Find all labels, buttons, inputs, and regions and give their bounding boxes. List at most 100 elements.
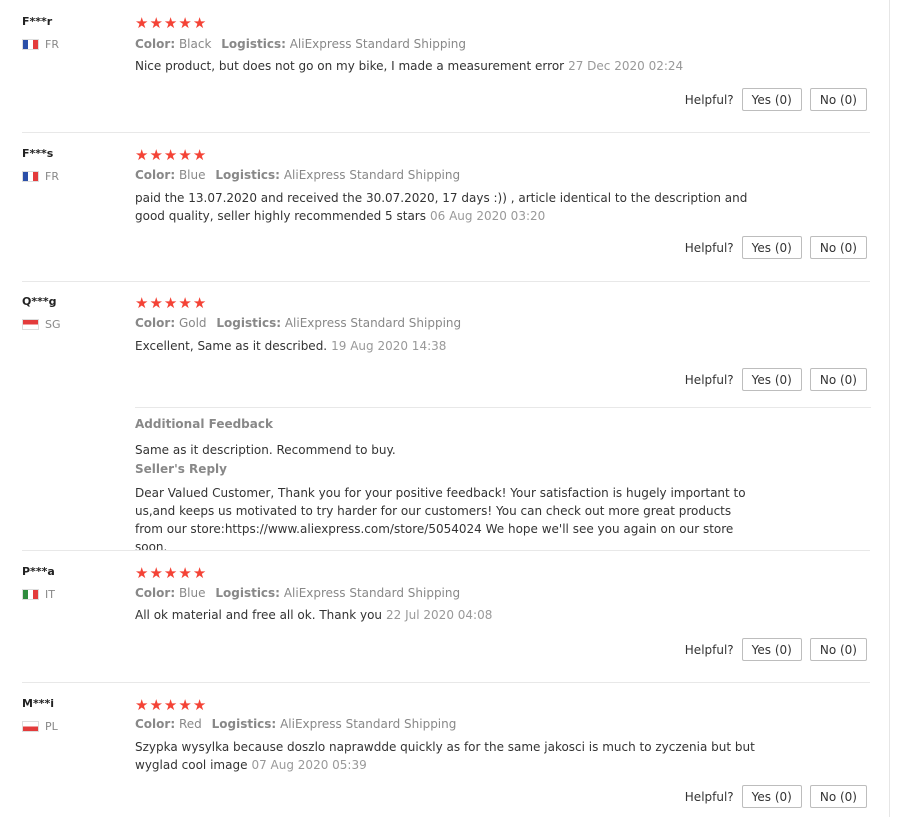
star-icon: ★ bbox=[149, 696, 163, 714]
helpful-label: Helpful? bbox=[684, 92, 734, 107]
review-divider bbox=[22, 132, 870, 133]
reviewer-country: SG bbox=[45, 318, 61, 331]
review-text: paid the 13.07.2020 and received the 30.… bbox=[135, 191, 748, 223]
review-date: 19 Aug 2020 14:38 bbox=[331, 339, 447, 353]
additional-feedback-title: Additional Feedback bbox=[135, 417, 273, 431]
reviewer-country: PL bbox=[45, 720, 58, 733]
star-icon: ★ bbox=[163, 146, 178, 164]
flag-pl-icon bbox=[22, 721, 39, 732]
star-icon: ★ bbox=[149, 14, 163, 32]
review-date: 27 Dec 2020 02:24 bbox=[568, 59, 684, 73]
helpful-votes: Helpful? Yes (0) No (0) bbox=[685, 236, 867, 259]
rating-stars: ★ ★ ★ ★ ★ bbox=[135, 296, 206, 311]
star-icon: ★ bbox=[192, 696, 207, 714]
star-icon: ★ bbox=[178, 696, 192, 714]
helpful-no-button[interactable]: No (0) bbox=[809, 638, 867, 661]
reviewer-country: FR bbox=[45, 170, 59, 183]
logistics-method: AliExpress Standard Shipping bbox=[280, 717, 457, 731]
helpful-yes-button[interactable]: Yes (0) bbox=[741, 88, 802, 111]
helpful-votes: Helpful? Yes (0) No (0) bbox=[685, 785, 867, 808]
review-date: 22 Jul 2020 04:08 bbox=[386, 608, 493, 622]
helpful-label: Helpful? bbox=[684, 789, 734, 804]
helpful-yes-button[interactable]: Yes (0) bbox=[741, 785, 802, 808]
review-text: Excellent, Same as it described. 19 Aug 2… bbox=[135, 339, 447, 353]
star-icon: ★ bbox=[163, 14, 178, 32]
seller-reply-title: Seller's Reply bbox=[135, 462, 227, 476]
product-color: Blue bbox=[178, 586, 206, 600]
flag-fr-icon bbox=[22, 171, 39, 182]
star-icon: ★ bbox=[135, 294, 149, 312]
seller-reply-text: Dear Valued Customer, Thank you for your… bbox=[135, 486, 746, 554]
logistics-method: AliExpress Standard Shipping bbox=[284, 316, 462, 330]
review-text: All ok material and free all ok. Thank y… bbox=[135, 608, 493, 622]
review-date: 06 Aug 2020 03:20 bbox=[430, 209, 546, 223]
star-icon: ★ bbox=[149, 294, 163, 312]
star-icon: ★ bbox=[163, 564, 178, 582]
reviewer-name: F***r bbox=[22, 15, 53, 28]
product-color: Black bbox=[178, 37, 212, 51]
helpful-votes: Helpful? Yes (0) No (0) bbox=[685, 88, 867, 111]
star-icon: ★ bbox=[135, 696, 149, 714]
helpful-votes: Helpful? Yes (0) No (0) bbox=[685, 638, 867, 661]
star-icon: ★ bbox=[192, 564, 207, 582]
reviewer-country: FR bbox=[45, 38, 59, 51]
reviewer-name: Q***g bbox=[22, 295, 57, 308]
reviewer-country: IT bbox=[45, 588, 55, 601]
helpful-label: Helpful? bbox=[684, 642, 734, 657]
logistics-method: AliExpress Standard Shipping bbox=[289, 37, 467, 51]
helpful-yes-button[interactable]: Yes (0) bbox=[741, 368, 802, 391]
star-icon: ★ bbox=[163, 294, 178, 312]
helpful-no-button[interactable]: No (0) bbox=[809, 236, 867, 259]
star-icon: ★ bbox=[149, 146, 163, 164]
star-icon: ★ bbox=[149, 564, 163, 582]
helpful-votes: Helpful? Yes (0) No (0) bbox=[685, 368, 867, 391]
star-icon: ★ bbox=[192, 146, 207, 164]
additional-feedback-text: Same as it description. Recommend to buy… bbox=[135, 443, 396, 457]
star-icon: ★ bbox=[178, 146, 192, 164]
logistics-method: AliExpress Standard Shipping bbox=[283, 586, 461, 600]
product-color: Red bbox=[178, 717, 202, 731]
flag-it-icon bbox=[22, 589, 39, 600]
star-icon: ★ bbox=[135, 14, 149, 32]
review-text: Nice product, but does not go on my bike… bbox=[135, 59, 684, 73]
helpful-label: Helpful? bbox=[684, 372, 734, 387]
feedback-list: F***r FR ★ ★ ★ ★ ★ Color: Black Logistic… bbox=[0, 0, 890, 817]
review-date: 07 Aug 2020 05:39 bbox=[251, 758, 367, 772]
logistics-method: AliExpress Standard Shipping bbox=[283, 168, 461, 182]
star-icon: ★ bbox=[192, 294, 207, 312]
reviewer-name: P***a bbox=[22, 565, 55, 578]
helpful-yes-button[interactable]: Yes (0) bbox=[741, 236, 802, 259]
reviewer-name: M***i bbox=[22, 697, 54, 710]
helpful-label: Helpful? bbox=[684, 240, 734, 255]
rating-stars: ★ ★ ★ ★ ★ bbox=[135, 148, 206, 163]
order-info: Color: Gold Logistics: AliExpress Standa… bbox=[135, 316, 462, 330]
flag-fr-icon bbox=[22, 39, 39, 50]
product-color: Blue bbox=[178, 168, 206, 182]
star-icon: ★ bbox=[135, 564, 149, 582]
section-divider bbox=[135, 407, 871, 408]
star-icon: ★ bbox=[135, 146, 149, 164]
star-icon: ★ bbox=[178, 14, 192, 32]
review-divider bbox=[22, 281, 870, 282]
order-info: Color: Black Logistics: AliExpress Stand… bbox=[135, 37, 467, 51]
helpful-no-button[interactable]: No (0) bbox=[809, 785, 867, 808]
order-info: Color: Blue Logistics: AliExpress Standa… bbox=[135, 168, 461, 182]
star-icon: ★ bbox=[163, 696, 178, 714]
reviewer-name: F***s bbox=[22, 147, 54, 160]
rating-stars: ★ ★ ★ ★ ★ bbox=[135, 566, 206, 581]
product-color: Gold bbox=[178, 316, 207, 330]
star-icon: ★ bbox=[178, 294, 192, 312]
rating-stars: ★ ★ ★ ★ ★ bbox=[135, 16, 206, 31]
review-divider bbox=[22, 682, 870, 683]
star-icon: ★ bbox=[178, 564, 192, 582]
helpful-no-button[interactable]: No (0) bbox=[809, 368, 867, 391]
order-info: Color: Blue Logistics: AliExpress Standa… bbox=[135, 586, 461, 600]
helpful-no-button[interactable]: No (0) bbox=[809, 88, 867, 111]
order-info: Color: Red Logistics: AliExpress Standar… bbox=[135, 717, 457, 731]
review-text: Szypka wysylka because doszlo naprawdde … bbox=[135, 740, 755, 772]
review-divider bbox=[22, 550, 870, 551]
helpful-yes-button[interactable]: Yes (0) bbox=[741, 638, 802, 661]
flag-sg-icon bbox=[22, 319, 39, 330]
rating-stars: ★ ★ ★ ★ ★ bbox=[135, 698, 206, 713]
star-icon: ★ bbox=[192, 14, 207, 32]
